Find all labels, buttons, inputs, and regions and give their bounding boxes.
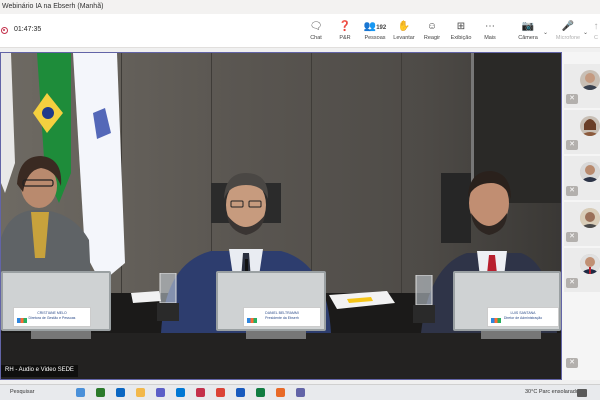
mic-muted-icon: ✕ xyxy=(566,358,578,368)
folder-icon[interactable] xyxy=(136,388,145,397)
conference-table xyxy=(1,333,561,379)
ebserh-logo-icon xyxy=(491,318,501,323)
qa-label: P&R xyxy=(339,35,351,41)
participant-tile[interactable]: ✕ xyxy=(564,350,600,372)
chrome-icon[interactable] xyxy=(216,388,225,397)
mic-label: Microfone xyxy=(555,35,581,41)
more-label: Mais xyxy=(484,35,496,41)
windows-taskbar: Pesquisar 30°C Parc ensolarado xyxy=(0,384,600,400)
participant-tile[interactable]: ✕ xyxy=(564,202,600,246)
camera-label: Câmera xyxy=(518,35,538,41)
participant-gallery: ✕ ✕ ✕ ✕ ✕ ✕ xyxy=(562,52,600,380)
mic-muted-icon: ✕ xyxy=(566,278,578,288)
mic-muted-icon: ✕ xyxy=(566,186,578,196)
excel-icon[interactable] xyxy=(256,388,265,397)
video-stage: CRISTIANE MELO Diretora de Gestão e Pess… xyxy=(0,52,562,380)
camera-button[interactable]: 📷 Câmera xyxy=(514,20,542,46)
react-button[interactable]: ☺ Reagir xyxy=(418,20,446,46)
word-icon[interactable] xyxy=(236,388,245,397)
system-tray-icon[interactable] xyxy=(577,389,587,397)
avatar xyxy=(580,208,600,228)
avatar xyxy=(580,162,600,182)
share-label: C xyxy=(594,35,598,41)
ebserh-logo-icon xyxy=(17,318,27,323)
powerpoint-icon[interactable] xyxy=(276,388,285,397)
qa-icon: ❓ xyxy=(338,21,352,32)
mic-button[interactable]: 🎤 Microfone xyxy=(554,20,582,46)
view-button[interactable]: ⊞ Exibição xyxy=(447,20,475,46)
mic-muted-icon: ✕ xyxy=(566,232,578,242)
chat-label: Chat xyxy=(310,35,322,41)
avatar xyxy=(580,70,600,90)
camera-off-icon: 📷 xyxy=(521,21,535,32)
people-icon: 👥192 xyxy=(363,21,387,32)
mic-options-chevron-icon[interactable]: ⌄ xyxy=(583,29,588,36)
participant-tile[interactable]: ✕ xyxy=(564,248,600,292)
share-button[interactable]: ↑ C xyxy=(592,20,600,46)
task-view-icon[interactable] xyxy=(76,388,85,397)
taskbar-search[interactable]: Pesquisar xyxy=(10,389,34,395)
nameplate-center: DANIEL BELTRAMMI Presidente da Ebserh xyxy=(243,307,321,327)
store-icon[interactable] xyxy=(96,388,105,397)
react-label: Reagir xyxy=(423,35,441,41)
more-icon: ⋯ xyxy=(485,21,495,32)
meeting-timer: 01:47:35 xyxy=(14,26,42,33)
app-icon[interactable] xyxy=(196,388,205,397)
raise-hand-label: Levantar xyxy=(393,35,415,41)
people-count: 192 xyxy=(376,25,387,31)
avatar xyxy=(580,254,600,274)
window-title: Webinário IA na Ebserh (Manhã) xyxy=(2,3,104,10)
papers-image xyxy=(131,291,161,303)
participant-tile[interactable]: ✕ xyxy=(564,64,600,108)
papers-image xyxy=(329,291,395,309)
camera-options-chevron-icon[interactable]: ⌄ xyxy=(543,29,548,36)
hand-icon: ✋ xyxy=(397,21,411,32)
ebserh-logo-icon xyxy=(247,318,257,323)
share-icon: ↑ xyxy=(593,21,599,32)
mic-off-icon: 🎤 xyxy=(561,21,575,32)
view-label: Exibição xyxy=(450,35,472,41)
weather-widget[interactable]: 30°C Parc ensolarado xyxy=(525,389,579,395)
mic-muted-icon: ✕ xyxy=(566,140,578,150)
window-titlebar: Webinário IA na Ebserh (Manhã) xyxy=(0,0,600,14)
mic-muted-icon: ✕ xyxy=(566,94,578,104)
nameplate-left: CRISTIANE MELO Diretora de Gestão e Pess… xyxy=(13,307,91,327)
chat-icon: 🗨 xyxy=(309,21,323,32)
outlook-icon[interactable] xyxy=(176,388,185,397)
people-label: Pessoas xyxy=(364,35,386,41)
raise-hand-button[interactable]: ✋ Levantar xyxy=(390,20,418,46)
smiley-icon: ☺ xyxy=(426,21,438,32)
chat-button[interactable]: 🗨 Chat xyxy=(302,20,330,46)
more-button[interactable]: ⋯ Mais xyxy=(476,20,504,46)
teams-icon[interactable] xyxy=(156,388,165,397)
nameplate-right: LUIS SANTANA Diretor de Administração xyxy=(487,307,559,327)
video-source-caption: RH - Audio e Video SEDE xyxy=(1,365,78,377)
recording-icon xyxy=(1,27,8,34)
teams-meeting-icon[interactable] xyxy=(296,388,305,397)
water-glass-image xyxy=(413,275,435,323)
people-button[interactable]: 👥192 Pessoas xyxy=(360,20,390,46)
edge-icon[interactable] xyxy=(116,388,125,397)
meeting-toolbar: 01:47:35 🗨 Chat ❓ P&R 👥192 Pessoas ✋ Lev… xyxy=(0,14,600,48)
participant-tile[interactable]: ✕ xyxy=(564,156,600,200)
qa-button[interactable]: ❓ P&R xyxy=(331,20,359,46)
avatar xyxy=(580,116,600,136)
grid-icon: ⊞ xyxy=(456,21,466,32)
participant-tile[interactable]: ✕ xyxy=(564,110,600,154)
